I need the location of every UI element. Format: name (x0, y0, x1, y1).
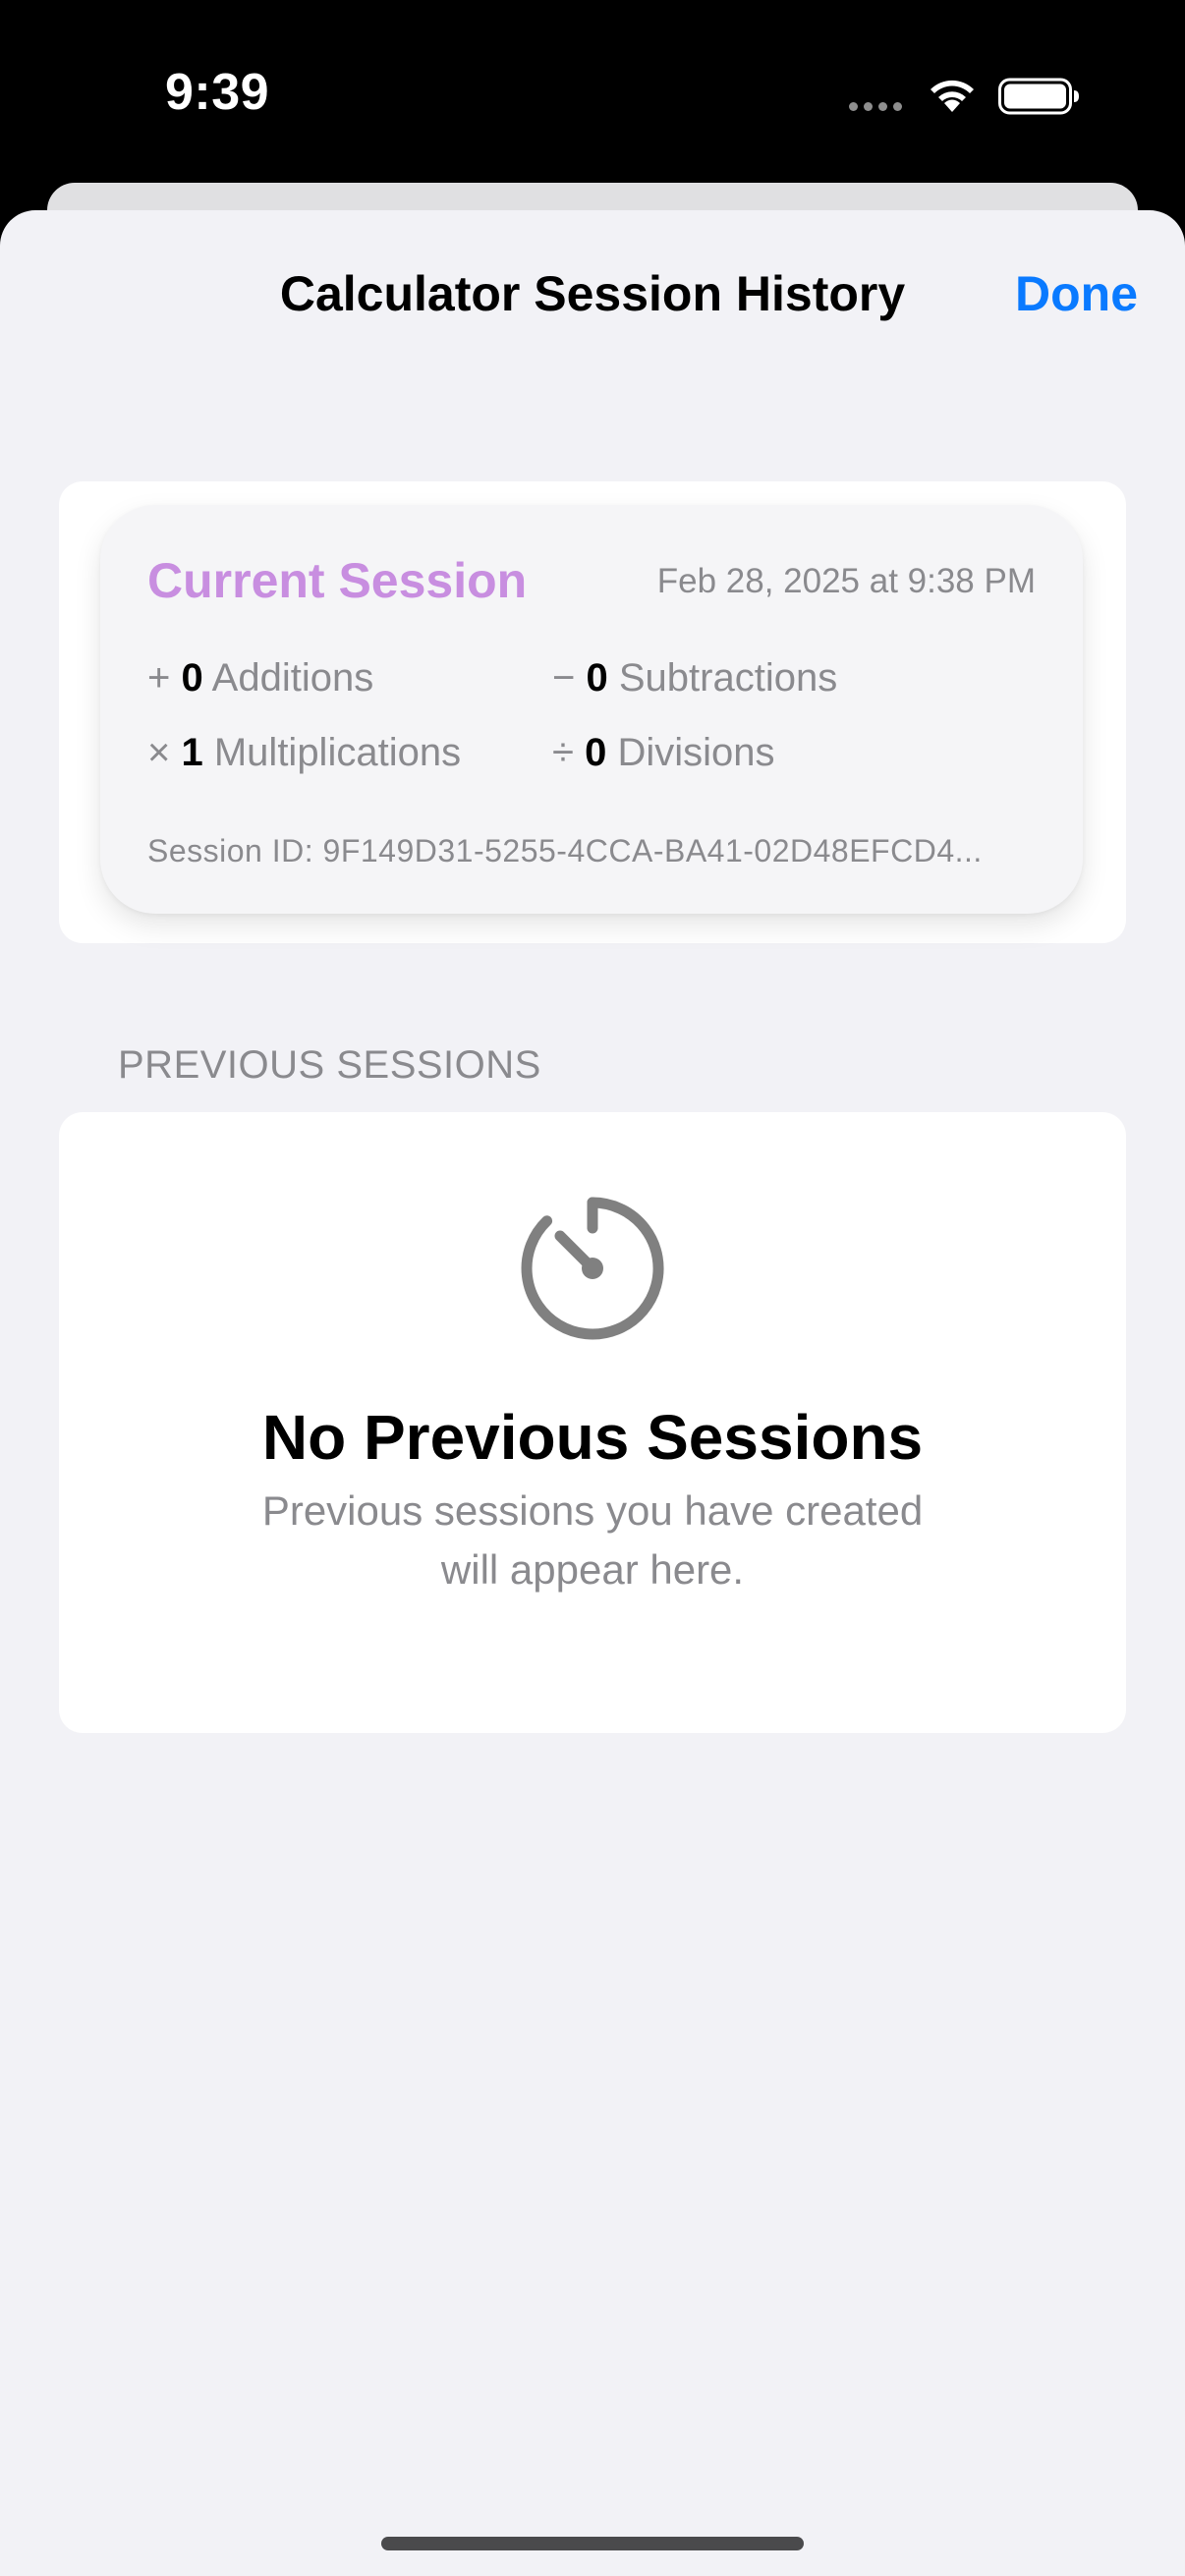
timer-icon (521, 1197, 664, 1340)
current-session-title: Current Session (147, 553, 528, 608)
current-session-card[interactable]: Current Session Feb 28, 2025 at 9:38 PM … (100, 505, 1083, 914)
subtractions-stat: − 0 Subtractions (552, 656, 837, 700)
session-history-sheet: Calculator Session History Done Current … (0, 210, 1185, 2576)
cellular-signal-icon (849, 102, 902, 111)
divisions-label: Divisions (617, 731, 775, 774)
empty-state-title: No Previous Sessions (261, 1402, 924, 1473)
session-id: Session ID: 9F149D31-5255-4CCA-BA41-02D4… (147, 833, 983, 868)
previous-sessions-empty-state: No Previous Sessions Previous sessions y… (59, 1112, 1126, 1733)
additions-label: Additions (211, 656, 374, 700)
previous-sessions-header: PREVIOUS SESSIONS (118, 1043, 541, 1087)
multiplications-count: 1 (181, 731, 203, 774)
current-session-section: Current Session Feb 28, 2025 at 9:38 PM … (59, 481, 1126, 943)
wifi-icon (931, 80, 974, 112)
additions-stat: + 0 Additions (147, 656, 373, 700)
page-title: Calculator Session History (279, 266, 906, 321)
status-bar: 9:39 (0, 0, 1185, 187)
done-button[interactable]: Done (1015, 265, 1138, 322)
plus-symbol: + (147, 656, 171, 700)
subtractions-count: 0 (586, 656, 608, 700)
divisions-stat: ÷ 0 Divisions (552, 731, 775, 775)
minus-symbol: − (552, 656, 576, 700)
divisions-count: 0 (585, 731, 607, 774)
multiplications-label: Multiplications (213, 731, 462, 774)
multiplications-stat: × 1 Multiplications (147, 731, 461, 775)
divide-symbol: ÷ (552, 731, 574, 774)
additions-count: 0 (181, 656, 203, 700)
session-date: Feb 28, 2025 at 9:38 PM (656, 562, 1036, 600)
home-indicator[interactable] (381, 2537, 804, 2550)
battery-icon (998, 78, 1079, 115)
subtractions-label: Subtractions (618, 656, 838, 700)
status-time: 9:39 (165, 64, 270, 121)
multiply-symbol: × (147, 731, 171, 774)
empty-state-subtitle: Previous sessions you have created will … (261, 1487, 924, 1593)
